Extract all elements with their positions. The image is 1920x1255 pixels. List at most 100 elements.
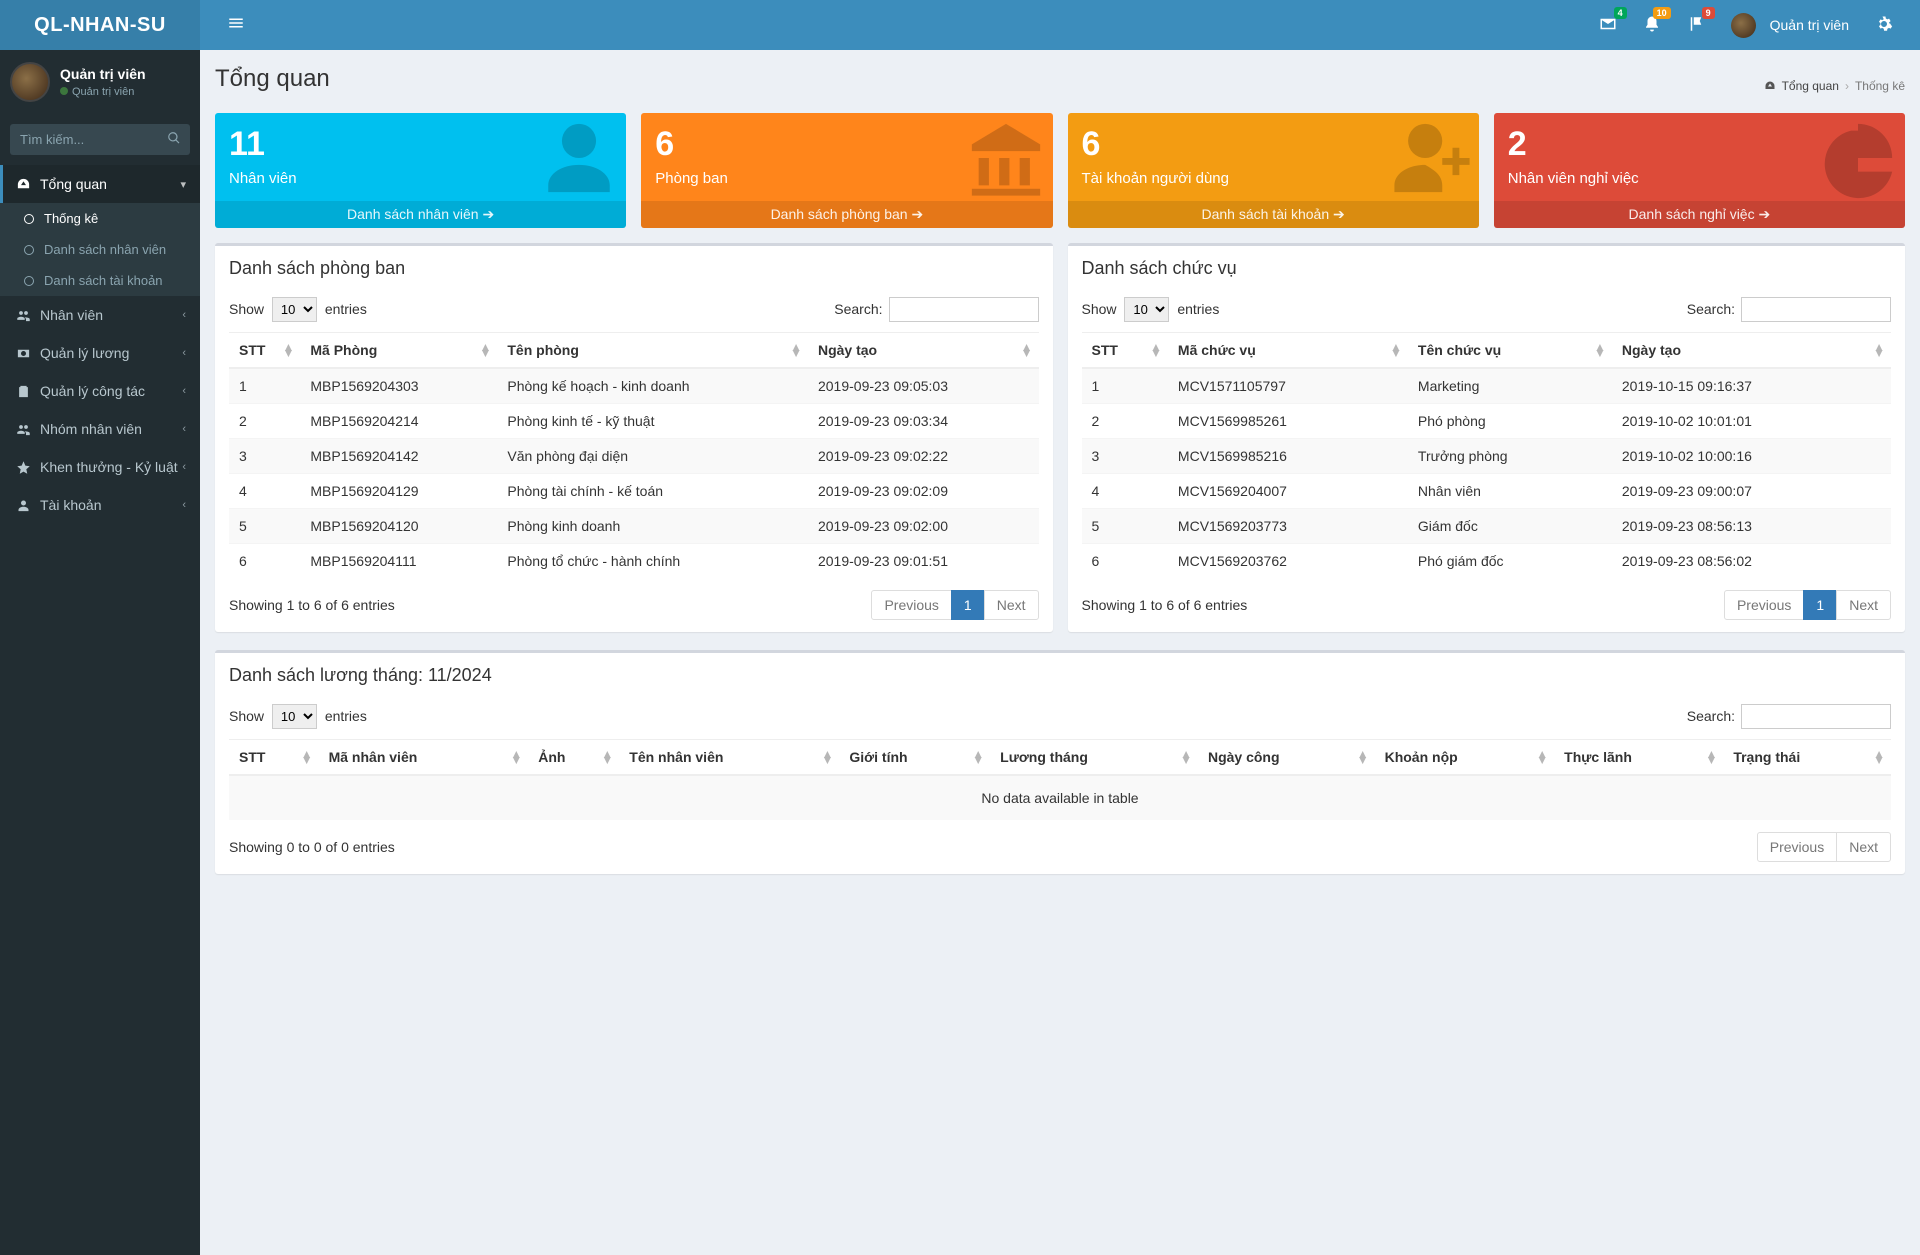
- users-icon: [16, 422, 31, 437]
- col-stt[interactable]: STT▲▼: [229, 740, 319, 776]
- cell-date: 2019-09-23 09:01:51: [808, 544, 1039, 579]
- col-workdays[interactable]: Ngày công▲▼: [1198, 740, 1375, 776]
- cell-stt: 1: [1082, 368, 1168, 404]
- menu-label: Quản lý công tác: [40, 383, 145, 399]
- table-row: 5MBP1569204120Phòng kinh doanh2019-09-23…: [229, 509, 1039, 544]
- page-prev[interactable]: Previous: [1757, 832, 1837, 862]
- col-monthsalary[interactable]: Lương tháng▲▼: [990, 740, 1198, 776]
- cell-name: Phòng kế hoạch - kinh doanh: [497, 368, 808, 404]
- menu-team[interactable]: Nhóm nhân viên‹: [0, 410, 200, 448]
- col-date[interactable]: Ngày tạo▲▼: [808, 333, 1039, 369]
- menu-account[interactable]: Tài khoản‹: [0, 486, 200, 524]
- table-search-input[interactable]: [1741, 704, 1891, 729]
- col-stt[interactable]: STT▲▼: [229, 333, 300, 369]
- table-info: Showing 0 to 0 of 0 entries: [229, 839, 395, 855]
- panel-title: Danh sách phòng ban: [229, 258, 1039, 279]
- col-date[interactable]: Ngày tạo▲▼: [1612, 333, 1891, 369]
- col-name[interactable]: Tên phòng▲▼: [497, 333, 808, 369]
- col-name[interactable]: Tên chức vụ▲▼: [1408, 333, 1612, 369]
- nav-messages[interactable]: 4: [1587, 1, 1629, 50]
- col-net[interactable]: Thực lãnh▲▼: [1554, 740, 1723, 776]
- panel-title: Danh sách chức vụ: [1082, 258, 1892, 279]
- page-prev[interactable]: Previous: [1724, 590, 1804, 620]
- panel-salary: Danh sách lương tháng: 11/2024 Show 10 e…: [215, 650, 1905, 874]
- cell-stt: 5: [1082, 509, 1168, 544]
- menu-reward[interactable]: Khen thưởng - Kỷ luật ‹: [0, 448, 200, 486]
- page-size-select[interactable]: 10: [272, 704, 317, 729]
- menu-work[interactable]: Quản lý công tác ‹: [0, 372, 200, 410]
- pie-chart-icon: [1817, 117, 1899, 199]
- menu-label: Nhân viên: [40, 307, 103, 323]
- statbox-resigned: 2Nhân viên nghỉ việc Danh sách nghỉ việc…: [1494, 113, 1905, 228]
- col-empname[interactable]: Tên nhân viên▲▼: [619, 740, 839, 776]
- arrow-right-icon: ➔: [1758, 206, 1770, 222]
- col-photo[interactable]: Ảnh▲▼: [528, 740, 619, 776]
- nav-tasks[interactable]: 9: [1675, 1, 1717, 50]
- sidebar-user-role: Quản trị viên: [72, 86, 134, 98]
- page-next[interactable]: Next: [1836, 590, 1891, 620]
- submenu-stats[interactable]: Thống kê: [0, 203, 200, 234]
- col-code[interactable]: Mã chức vụ▲▼: [1168, 333, 1408, 369]
- cell-stt: 2: [229, 404, 300, 439]
- statbox-link[interactable]: Danh sách tài khoản ➔: [1068, 201, 1479, 228]
- table-info: Showing 1 to 6 of 6 entries: [229, 597, 395, 613]
- statbox-link[interactable]: Danh sách nghỉ việc ➔: [1494, 201, 1905, 228]
- page-size-select[interactable]: 10: [272, 297, 317, 322]
- submenu-label: Thống kê: [44, 211, 98, 226]
- departments-table: STT▲▼ Mã Phòng▲▼ Tên phòng▲▼ Ngày tạo▲▼ …: [229, 332, 1039, 578]
- cell-stt: 4: [1082, 474, 1168, 509]
- col-stt[interactable]: STT▲▼: [1082, 333, 1168, 369]
- page-prev[interactable]: Previous: [871, 590, 951, 620]
- page-1[interactable]: 1: [951, 590, 985, 620]
- menu-salary[interactable]: Quản lý lương‹: [0, 334, 200, 372]
- sort-icon: ▲▼: [1536, 751, 1548, 763]
- main-header: QL-NHAN-SU 4 10 9 Quản trị viên: [0, 0, 1920, 50]
- submenu-emp-list[interactable]: Danh sách nhân viên: [0, 234, 200, 265]
- nav-user-name: Quản trị viên: [1770, 17, 1849, 33]
- cell-name: Phó phòng: [1408, 404, 1612, 439]
- col-status[interactable]: Trạng thái▲▼: [1723, 740, 1891, 776]
- star-icon: [16, 460, 31, 475]
- cell-code: MCV1569204007: [1168, 474, 1408, 509]
- submenu-acc-list[interactable]: Danh sách tài khoản: [0, 265, 200, 296]
- col-deduction[interactable]: Khoản nộp▲▼: [1375, 740, 1555, 776]
- table-search-input[interactable]: [1741, 297, 1891, 322]
- chevron-left-icon: ‹: [182, 385, 186, 397]
- sidebar-search-form: [10, 124, 190, 155]
- page-next[interactable]: Next: [1836, 832, 1891, 862]
- sidebar-toggle-button[interactable]: [215, 6, 257, 45]
- dashboard-icon: [16, 177, 31, 192]
- col-empcode[interactable]: Mã nhân viên▲▼: [319, 740, 529, 776]
- cell-stt: 4: [229, 474, 300, 509]
- submenu-label: Danh sách nhân viên: [44, 242, 166, 257]
- nav-settings[interactable]: [1863, 1, 1905, 50]
- dashboard-icon: [1764, 80, 1776, 92]
- page-size-select[interactable]: 10: [1124, 297, 1169, 322]
- menu-staff[interactable]: Nhân viên‹: [0, 296, 200, 334]
- sidebar-search-button[interactable]: [158, 124, 190, 155]
- page-next[interactable]: Next: [984, 590, 1039, 620]
- panel-title: Danh sách lương tháng: 11/2024: [229, 665, 1891, 686]
- statbox-link[interactable]: Danh sách nhân viên ➔: [215, 201, 626, 228]
- statbox-accounts: 6Tài khoản người dùng Danh sách tài khoả…: [1068, 113, 1479, 228]
- menu-label: Quản lý lương: [40, 345, 129, 361]
- breadcrumb-root[interactable]: Tổng quan: [1782, 79, 1839, 93]
- sort-icon: ▲▼: [1150, 344, 1162, 356]
- table-row: 1MBP1569204303Phòng kế hoạch - kinh doan…: [229, 368, 1039, 404]
- nav-user-menu[interactable]: Quản trị viên: [1719, 1, 1861, 50]
- page-1[interactable]: 1: [1803, 590, 1837, 620]
- brand-logo[interactable]: QL-NHAN-SU: [0, 0, 200, 50]
- top-navbar: 4 10 9 Quản trị viên: [200, 0, 1920, 50]
- menu-label: Khen thưởng - Kỷ luật: [40, 459, 178, 475]
- table-row: 4MCV1569204007Nhân viên2019-09-23 09:00:…: [1082, 474, 1892, 509]
- chevron-left-icon: ‹: [182, 461, 186, 473]
- sort-icon: ▲▼: [282, 344, 294, 356]
- sort-icon: ▲▼: [601, 751, 613, 763]
- col-code[interactable]: Mã Phòng▲▼: [300, 333, 497, 369]
- nav-notifications[interactable]: 10: [1631, 1, 1673, 50]
- sidebar-user-name: Quản trị viên: [60, 66, 146, 82]
- statbox-link[interactable]: Danh sách phòng ban ➔: [641, 201, 1052, 228]
- menu-overview[interactable]: Tổng quan ▾: [0, 165, 200, 203]
- table-search-input[interactable]: [889, 297, 1039, 322]
- col-gender[interactable]: Giới tính▲▼: [839, 740, 990, 776]
